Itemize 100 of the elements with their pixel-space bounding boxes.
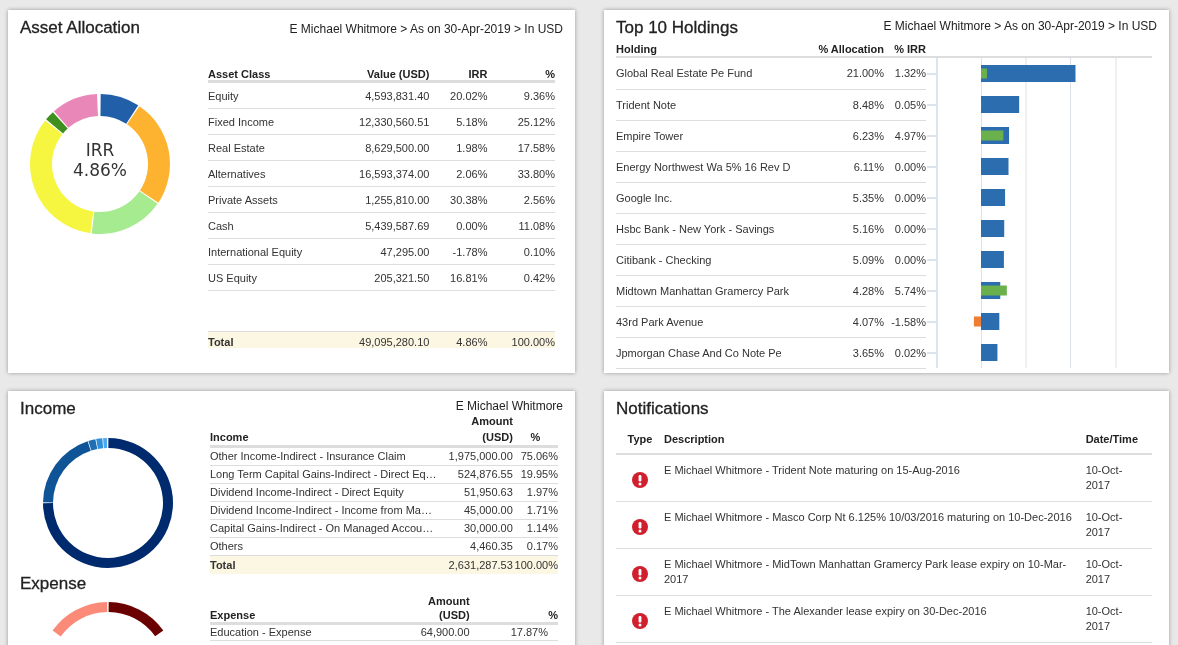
column-header: Expense <box>210 594 400 624</box>
table-cell: Citibank - Checking <box>616 244 811 275</box>
table-cell: -1.58% <box>884 306 926 337</box>
table-cell: 30.38% <box>429 186 488 213</box>
table-cell: Other Income-Indirect - Insurance Claim <box>210 446 443 466</box>
column-header: % <box>469 594 558 624</box>
table-cell: 0.10% <box>487 238 555 265</box>
table-cell: 1.97% <box>512 483 558 502</box>
table-cell: 43rd Park Avenue <box>616 306 811 337</box>
table-cell: 1.98% <box>429 134 488 161</box>
table-cell: US Equity <box>208 264 320 291</box>
table-cell: Alternatives <box>208 160 320 187</box>
table-cell: 11.08% <box>487 212 555 239</box>
table-cell: 4,593,831.40 <box>320 81 430 109</box>
table-cell: 2.06% <box>429 160 488 187</box>
table-cell: E Michael Whitmore - Masco Corp Nt 6.125% 10/03/2016 maturing on 10-Dec-2016 <box>664 501 1080 549</box>
table-cell: 12,330,560.51 <box>320 108 430 135</box>
table-cell: 2.56% <box>487 186 555 213</box>
card-title: Top 10 Holdings <box>616 18 738 38</box>
column-header: Type <box>616 425 664 454</box>
table-cell: 33.80% <box>487 160 555 187</box>
table-cell: International Equity <box>208 238 320 265</box>
table-cell: Others <box>210 537 443 556</box>
column-header: % Allocation <box>810 42 884 57</box>
table-cell: 9.36% <box>487 81 555 109</box>
column-header: % <box>512 413 558 447</box>
table-cell: Cash <box>208 212 320 239</box>
table-cell: E Michael Whitmore - Trident Note maturing on 15-Aug-2016 <box>664 454 1080 502</box>
table-cell: 16.81% <box>429 264 488 291</box>
table-cell: Education - Expense <box>210 623 400 641</box>
table-cell: 64,900.00 <box>399 623 470 641</box>
table-cell: 6.23% <box>810 120 884 151</box>
table-cell: Private Assets <box>208 186 320 213</box>
table-cell: 3.65% <box>810 337 884 368</box>
table-cell: 10-Oct-2017 <box>1079 595 1152 643</box>
table-cell: 524,876.55 <box>442 465 513 484</box>
table-cell: 21.00% <box>810 57 884 89</box>
column-header: Description <box>664 425 1080 454</box>
table-cell: 19.95% <box>512 465 558 484</box>
table-cell: 1,255,810.00 <box>320 186 430 213</box>
column-header: IRR <box>429 64 488 82</box>
table-cell: 0.00% <box>429 212 488 239</box>
table-cell: 5,439,587.69 <box>320 212 430 239</box>
table-cell: 4.07% <box>810 306 884 337</box>
breadcrumb: E Michael Whitmore > As on 30-Apr-2019 > In USD <box>289 22 563 36</box>
table-cell: Long Term Capital Gains-Indirect - Direct Eq… <box>210 465 443 484</box>
table-cell: 10-Oct-2017 <box>1079 454 1152 502</box>
table-cell: 75.06% <box>512 446 558 466</box>
column-header: % <box>487 64 555 82</box>
table-cell: 0.00% <box>884 244 926 275</box>
irr-value: 4.86% <box>73 160 127 180</box>
table-cell: Midtown Manhattan Gramercy Park <box>616 275 811 306</box>
table-cell: 10-Oct-2017 <box>1079 501 1152 549</box>
table-cell: 0.42% <box>487 264 555 291</box>
table-cell: 4.97% <box>884 120 926 151</box>
column-header: Date/Time <box>1079 425 1152 454</box>
table-cell: 17.87% <box>469 623 558 641</box>
table-cell: 1.14% <box>512 519 558 538</box>
table-cell: 4.28% <box>810 275 884 306</box>
table-cell: 5.35% <box>810 182 884 213</box>
table-cell: E Michael Whitmore - The Alexander lease expiry on 30-Dec-2016 <box>664 595 1080 643</box>
table-cell: 8,629,500.00 <box>320 134 430 161</box>
table-cell: 30,000.00 <box>442 519 513 538</box>
table-cell: 16,593,374.00 <box>320 160 430 187</box>
card-title: Income <box>20 399 76 419</box>
table-cell: -1.78% <box>429 238 488 265</box>
column-header: Holding <box>616 42 811 57</box>
column-header: Value (USD) <box>320 64 430 82</box>
table-cell: 205,321.50 <box>320 264 430 291</box>
column-header: Amount (USD) <box>399 594 470 624</box>
table-cell: Hsbc Bank - New York - Savings <box>616 213 811 244</box>
table-cell: 47,295.00 <box>320 238 430 265</box>
table-cell: E Michael Whitmore - MidTown Manhattan Gramercy Park lease expiry on 10-Mar-2017 <box>664 548 1080 596</box>
table-cell: Google Inc. <box>616 182 811 213</box>
table-cell: 17.58% <box>487 134 555 161</box>
table-cell: Trident Note <box>616 89 811 120</box>
table-cell: Empire Tower <box>616 120 811 151</box>
table-cell: Capital Gains-Indirect - On Managed Accou… <box>210 519 443 538</box>
table-cell: 51,950.63 <box>442 483 513 502</box>
table-cell: 45,000.00 <box>442 501 513 520</box>
table-cell: 0.02% <box>884 337 926 368</box>
table-cell: Fixed Income <box>208 108 320 135</box>
table-cell: Energy Northwest Wa 5% 16 Rev D <box>616 151 811 182</box>
table-cell: Dividend Income-Indirect - Direct Equity <box>210 483 443 502</box>
table-cell: 5.74% <box>884 275 926 306</box>
table-cell: 25.12% <box>487 108 555 135</box>
table-cell: 1,975,000.00 <box>442 446 513 466</box>
table-cell: Equity <box>208 81 320 109</box>
table-cell: 0.05% <box>884 89 926 120</box>
table-cell: 0.00% <box>884 213 926 244</box>
table-cell: 20.02% <box>429 81 488 109</box>
table-cell: 10-Oct-2017 <box>1079 548 1152 596</box>
table-cell: 5.09% <box>810 244 884 275</box>
column-header: Amount (USD) <box>442 413 513 447</box>
table-cell: Jpmorgan Chase And Co Note Pe <box>616 337 811 368</box>
card-title: Expense <box>19 574 88 594</box>
table-cell: 0.00% <box>884 151 926 182</box>
irr-label: IRR <box>85 140 115 160</box>
table-cell: 4,460.35 <box>442 537 513 556</box>
table-cell: Real Estate <box>208 134 320 161</box>
